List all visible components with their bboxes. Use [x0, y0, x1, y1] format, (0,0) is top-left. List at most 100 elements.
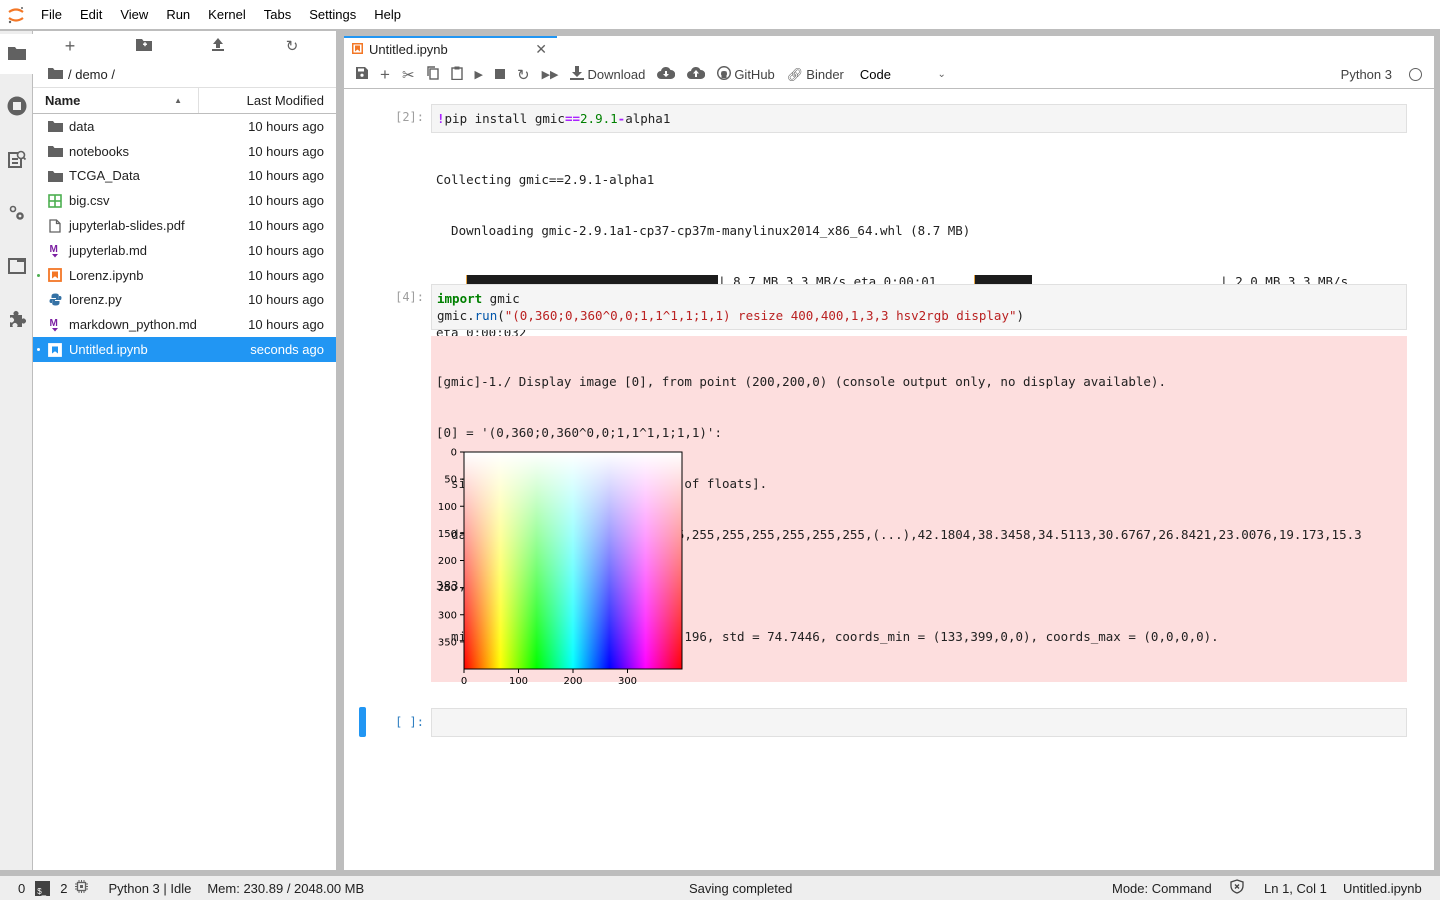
y-tick-label: 0: [451, 448, 457, 459]
restart-button[interactable]: ↻: [513, 63, 534, 87]
x-tick-label: 300: [618, 676, 637, 685]
column-name-header[interactable]: Name ▲: [33, 88, 199, 113]
cloud-download-icon: [657, 66, 676, 83]
copy-button[interactable]: [423, 63, 443, 87]
menu-view[interactable]: View: [111, 0, 157, 30]
code-token: alpha1: [625, 111, 671, 126]
kernels-status[interactable]: 2: [60, 880, 89, 896]
kernel-count: 2: [60, 880, 68, 896]
breadcrumb: / demo /: [33, 61, 336, 87]
notebook-mode[interactable]: Mode: Command: [1112, 881, 1212, 896]
menu-run[interactable]: Run: [157, 0, 199, 30]
file-modified: 10 hours ago: [248, 168, 324, 184]
markdown-file-icon: M: [47, 317, 63, 333]
sidebar-tab-open-tabs[interactable]: [0, 247, 33, 287]
markdown-file-icon: M: [47, 242, 63, 258]
running-indicator-icon: [37, 273, 40, 277]
file-list-item[interactable]: Lorenz.ipynb 10 hours ago: [33, 263, 336, 288]
current-filename: Untitled.ipynb: [1343, 880, 1422, 896]
fast-forward-icon: ▶▶: [541, 69, 559, 81]
sidebar-tab-property-inspector[interactable]: [0, 194, 33, 234]
run-button[interactable]: ▶: [471, 63, 487, 87]
github-button[interactable]: GitHub: [713, 63, 778, 87]
code-cell-input[interactable]: import gmic gmic.run("(0,360;0,360^0,0;1…: [431, 284, 1407, 330]
terminals-status[interactable]: 0 $_: [18, 880, 51, 896]
y-tick-label: 100: [438, 502, 457, 513]
cursor-position[interactable]: Ln 1, Col 1: [1264, 881, 1327, 896]
notebook-panel: [2]: !pip install gmic==2.9.1-alpha1 Col…: [344, 90, 1424, 870]
menu-bar: File Edit View Run Kernel Tabs Settings …: [0, 0, 1440, 30]
file-list-item[interactable]: lorenz.py 10 hours ago: [33, 288, 336, 313]
stderr-line: [gmic]-1./ Display image [0], from point…: [436, 374, 1166, 389]
download-label: Download: [587, 67, 646, 82]
y-tick-label: 50: [444, 475, 457, 486]
file-list-item[interactable]: TCGA_Data 10 hours ago: [33, 164, 336, 189]
sidebar-tab-file-browser[interactable]: [0, 34, 34, 74]
kernel-name[interactable]: Python 3: [1341, 67, 1392, 82]
new-folder-button[interactable]: [107, 38, 181, 54]
menu-file[interactable]: File: [32, 0, 71, 30]
code-cell-input[interactable]: !pip install gmic==2.9.1-alpha1: [431, 104, 1407, 133]
menu-kernel[interactable]: Kernel: [199, 0, 255, 30]
code-line: gmic.run("(0,360;0,360^0,0;1,1^1,1;1,1) …: [437, 308, 1024, 323]
file-modified: 10 hours ago: [248, 317, 324, 333]
file-name: lorenz.py: [69, 292, 122, 308]
trust-shield-icon[interactable]: [1230, 879, 1244, 897]
cell-type-select[interactable]: Code ⌄: [860, 67, 950, 82]
download-button[interactable]: Download: [566, 63, 649, 87]
menu-edit[interactable]: Edit: [71, 0, 111, 30]
save-button[interactable]: [352, 63, 372, 87]
breadcrumb-path[interactable]: / demo /: [68, 67, 115, 82]
menu-help[interactable]: Help: [365, 0, 410, 30]
file-list-item[interactable]: Untitled.ipynb seconds ago: [33, 337, 336, 362]
terminal-icon: $_: [35, 880, 51, 896]
sidebar-tab-extensions[interactable]: [0, 300, 33, 340]
paste-button[interactable]: [447, 63, 467, 87]
status-bar: 0 $_ 2 Python 3 | Idle Mem: 230.89 / 204…: [0, 876, 1440, 900]
cloud-download-button[interactable]: [653, 63, 679, 87]
file-list-item[interactable]: jupyterlab-slides.pdf 10 hours ago: [33, 213, 336, 238]
cloud-upload-button[interactable]: [683, 63, 709, 87]
folder-file-icon: [47, 118, 63, 134]
kernel-status-text[interactable]: Python 3 | Idle: [108, 881, 191, 896]
interrupt-button[interactable]: [491, 63, 509, 87]
file-modified: seconds ago: [250, 342, 324, 358]
menu-settings[interactable]: Settings: [300, 0, 365, 30]
y-tick-label: 200: [438, 556, 457, 567]
file-list-item[interactable]: Mmarkdown_python.md 10 hours ago: [33, 312, 336, 337]
file-list: data 10 hours ago notebooks 10 hours ago TCG…: [33, 114, 336, 362]
column-modified-header[interactable]: Last Modified: [199, 88, 336, 113]
new-launcher-button[interactable]: +: [33, 36, 107, 57]
binder-button[interactable]: 🔗︎ Binder: [783, 63, 848, 87]
file-list-item[interactable]: data 10 hours ago: [33, 114, 336, 139]
sidebar-tab-commands[interactable]: [0, 140, 33, 180]
upload-button[interactable]: [181, 38, 255, 54]
tab-title: Untitled.ipynb: [369, 42, 448, 57]
file-list-item[interactable]: notebooks 10 hours ago: [33, 139, 336, 164]
menu-tabs[interactable]: Tabs: [255, 0, 300, 30]
insert-cell-button[interactable]: +: [376, 63, 394, 87]
palette-icon: [7, 150, 26, 171]
tab-untitled-notebook[interactable]: Untitled.ipynb ✕: [344, 36, 557, 61]
close-tab-icon[interactable]: ✕: [535, 41, 547, 58]
file-list-item[interactable]: Mjupyterlab.md 10 hours ago: [33, 238, 336, 263]
link-icon: 🔗︎: [786, 66, 804, 82]
code-string: "(0,360;0,360^0,0;1,1^1,1;1,1) resize 40…: [504, 308, 1017, 323]
stop-icon: [494, 67, 505, 82]
y-tick-label: 250: [438, 583, 457, 594]
upload-icon: [212, 38, 224, 54]
file-name: big.csv: [69, 193, 110, 209]
file-list-item[interactable]: big.csv 10 hours ago: [33, 188, 336, 213]
folder-icon[interactable]: [48, 67, 63, 82]
file-modified: 10 hours ago: [248, 118, 324, 134]
empty-code-cell-input[interactable]: [431, 708, 1407, 737]
restart-run-all-button[interactable]: ▶▶: [538, 63, 563, 87]
sidebar-tab-running[interactable]: [0, 87, 33, 127]
cell-prompt: [4]:: [395, 290, 424, 304]
file-modified: 10 hours ago: [248, 242, 324, 258]
refresh-button[interactable]: ↻: [255, 37, 329, 55]
cut-button[interactable]: ✂: [398, 63, 419, 87]
file-name: markdown_python.md: [69, 317, 197, 333]
file-name: TCGA_Data: [69, 168, 140, 184]
scissors-icon: ✂: [401, 66, 415, 84]
